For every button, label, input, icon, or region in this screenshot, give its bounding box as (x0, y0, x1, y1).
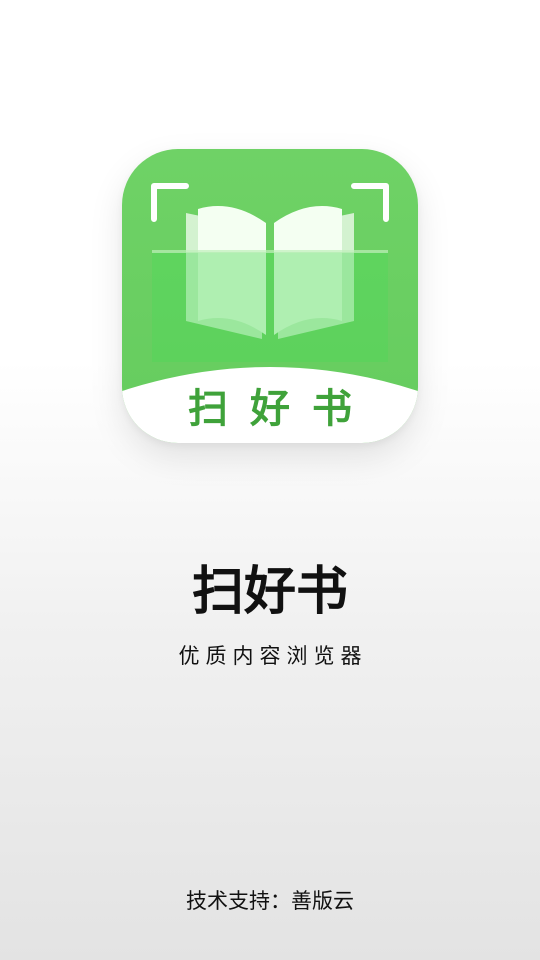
app-title: 扫好书 (191, 561, 348, 622)
app-logo-icon: 扫好书 (122, 149, 418, 443)
tech-support-text: 技术支持：善版云 (186, 889, 354, 913)
app-icon-label: 扫好书 (188, 386, 374, 432)
app-tagline: 优质内容浏览器 (178, 644, 368, 668)
